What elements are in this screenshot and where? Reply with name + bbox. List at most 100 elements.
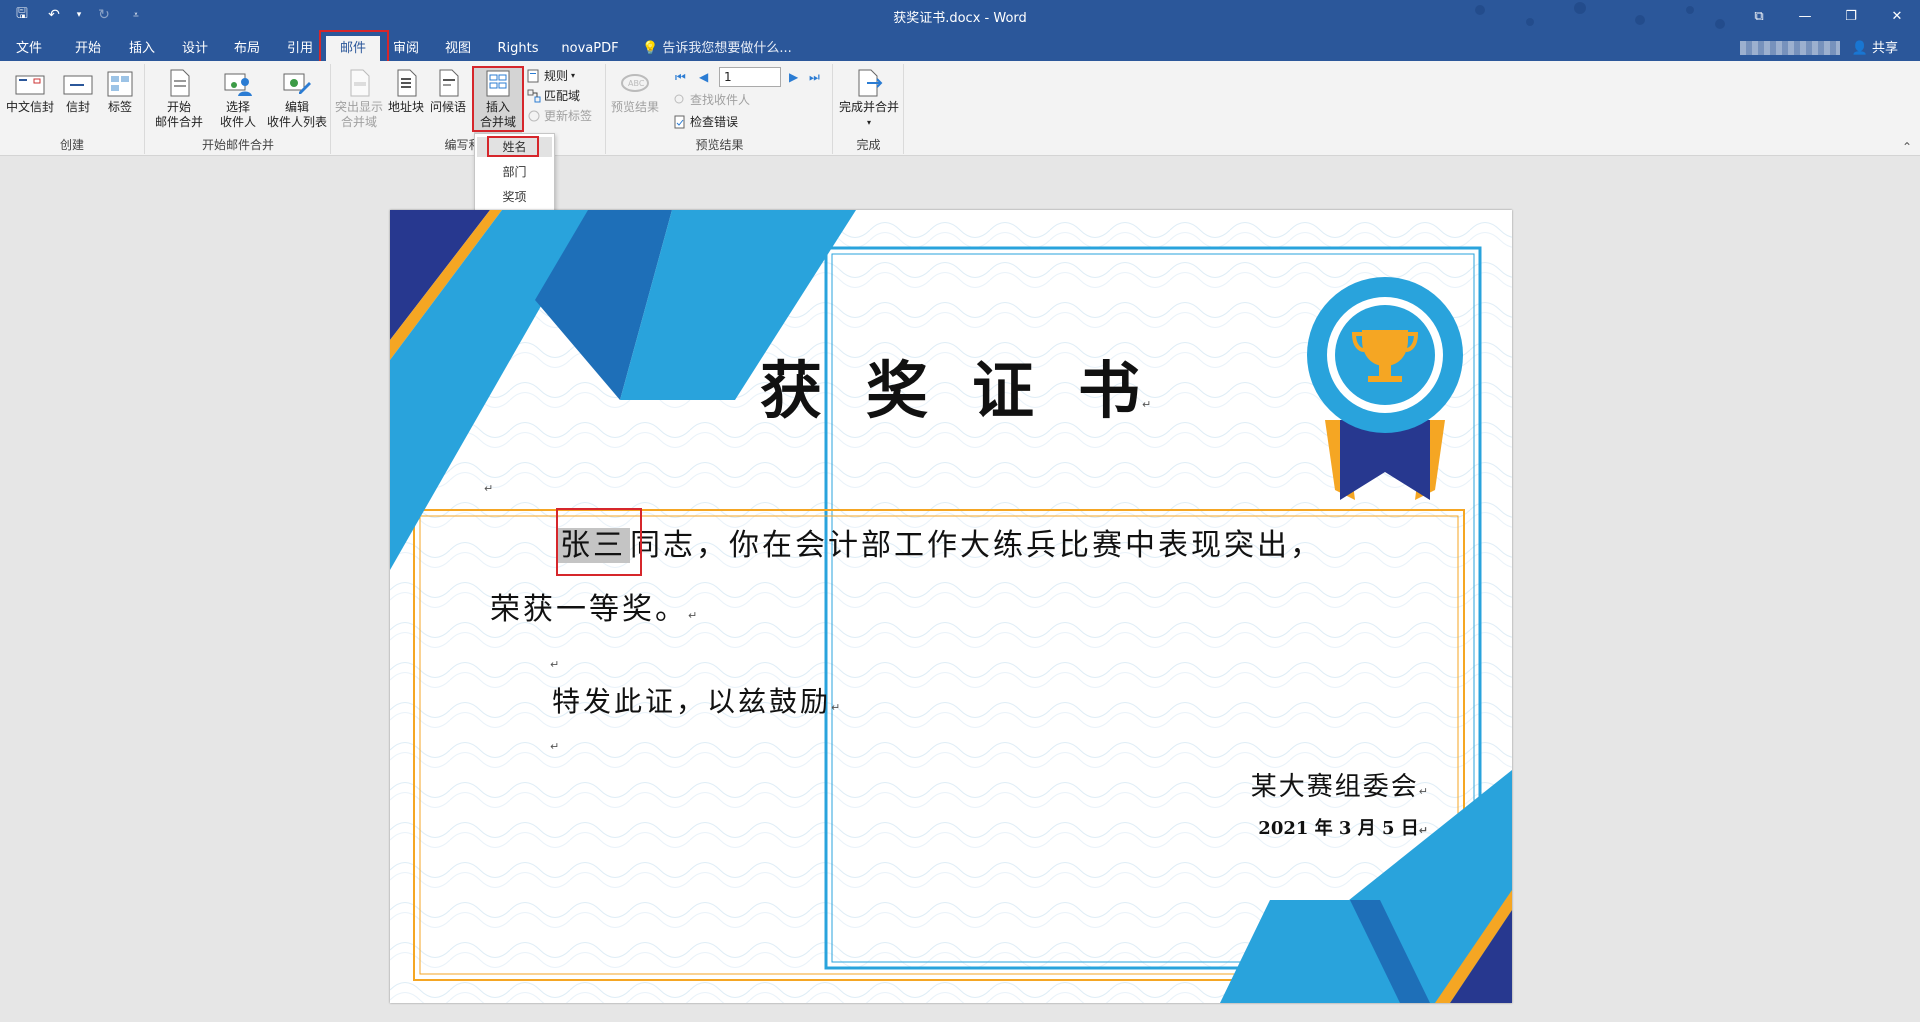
certificate-date[interactable]: 2021 年 3 月 5 日↵ bbox=[1258, 814, 1428, 840]
group-preview-results: ABC 预览结果 ⏮ ◀ 1 ▶ ⏭ 查找收件人 检查错误 预览结果 bbox=[607, 64, 833, 154]
finish-merge-label: 完成并合并 bbox=[838, 100, 899, 114]
maximize-button[interactable]: ❐ bbox=[1828, 0, 1874, 32]
check-errors-icon bbox=[673, 115, 687, 129]
record-number-input[interactable]: 1 bbox=[719, 67, 781, 87]
organizer-signature[interactable]: 某大赛组委会↵ bbox=[1251, 766, 1428, 803]
envelope-icon bbox=[14, 68, 46, 98]
find-recipient-button[interactable]: 查找收件人 bbox=[673, 90, 750, 110]
group-finish: 完成并合并 ▾ 完成 bbox=[834, 64, 904, 154]
address-block-button[interactable]: 地址块 bbox=[386, 68, 426, 115]
finish-merge-button[interactable]: 完成并合并 ▾ bbox=[836, 68, 902, 130]
rules-label: 规则 bbox=[544, 69, 569, 83]
start-merge-label-2: 邮件合并 bbox=[154, 115, 203, 129]
group-preview-label: 预览结果 bbox=[695, 138, 744, 152]
chinese-envelope-button[interactable]: 中文信封 bbox=[4, 68, 56, 115]
group-write-label: 编写和插 bbox=[444, 138, 493, 152]
share-button[interactable]: 👤 共享 bbox=[1852, 36, 1898, 61]
tab-design[interactable]: 设计 bbox=[177, 36, 213, 61]
highlight-box-name-item bbox=[487, 136, 539, 157]
edit-list-label-2: 收件人列表 bbox=[266, 115, 327, 129]
select-recipients-button[interactable]: 选择 收件人 bbox=[210, 68, 266, 130]
address-block-icon bbox=[390, 68, 422, 98]
group-start-label: 开始邮件合并 bbox=[201, 138, 274, 152]
collapse-ribbon-icon[interactable]: ⌃ bbox=[1902, 140, 1912, 154]
certificate-title[interactable]: 获奖证书 bbox=[760, 340, 1184, 430]
previous-record-icon[interactable]: ◀ bbox=[699, 70, 708, 84]
close-button[interactable]: ✕ bbox=[1874, 0, 1920, 32]
svg-text:ABC: ABC bbox=[628, 79, 645, 88]
user-account-name[interactable] bbox=[1740, 41, 1840, 55]
document-merge-icon bbox=[163, 68, 195, 98]
envelope-label: 信封 bbox=[65, 100, 90, 114]
start-mail-merge-button[interactable]: 开始 邮件合并 bbox=[150, 68, 208, 130]
group-create-label: 创建 bbox=[59, 138, 84, 152]
address-block-label: 地址块 bbox=[387, 100, 424, 114]
tab-insert[interactable]: 插入 bbox=[124, 36, 160, 61]
finish-merge-icon bbox=[853, 68, 885, 98]
ribbon-tabs: 文件 开始 插入 设计 布局 引用 邮件 审阅 视图 Rights novaPD… bbox=[0, 32, 1920, 61]
ribbon: 中文信封 信封 标签 创建 开始 邮件合并 选择 收件人 编辑 收件人列表 开始… bbox=[0, 61, 1920, 156]
paragraph-mark: ↵ bbox=[1142, 398, 1152, 411]
organizer-text: 某大赛组委会 bbox=[1250, 772, 1419, 802]
certificate-line-3[interactable]: 特发此证，以兹鼓励↵ bbox=[552, 680, 840, 720]
check-errors-label: 检查错误 bbox=[690, 115, 739, 129]
minimize-button[interactable]: — bbox=[1782, 0, 1828, 32]
envelope-button[interactable]: 信封 bbox=[60, 68, 96, 115]
envelope-cn-label: 中文信封 bbox=[5, 100, 54, 114]
certificate-line-2[interactable]: 荣获一等奖。↵ bbox=[490, 584, 697, 628]
next-record-icon[interactable]: ▶ bbox=[789, 70, 798, 84]
greeting-label: 问候语 bbox=[429, 100, 466, 114]
highlight-box-name-field bbox=[556, 508, 642, 576]
check-errors-button[interactable]: 检查错误 bbox=[673, 112, 738, 132]
labels-button[interactable]: 标签 bbox=[100, 68, 140, 115]
tab-review[interactable]: 审阅 bbox=[388, 36, 424, 61]
highlight-label-2: 合并域 bbox=[340, 115, 377, 129]
window-title: 获奖证书.docx - Word bbox=[893, 11, 1027, 26]
preview-abc-icon: ABC bbox=[619, 68, 651, 98]
tell-me-search[interactable]: 💡 告诉我您想要做什么... bbox=[642, 36, 792, 61]
greeting-line-icon bbox=[432, 68, 464, 98]
lightbulb-icon: 💡 bbox=[642, 41, 659, 56]
preview-results-button[interactable]: ABC 预览结果 bbox=[607, 68, 663, 115]
match-fields-button[interactable]: 匹配域 bbox=[527, 86, 580, 106]
dropdown-item-department[interactable]: 部门 bbox=[477, 162, 552, 182]
rules-dropdown-icon: ▾ bbox=[571, 71, 576, 80]
find-recipient-icon bbox=[673, 93, 687, 107]
edit-recipient-list-button[interactable]: 编辑 收件人列表 bbox=[264, 68, 330, 130]
find-recipient-label: 查找收件人 bbox=[690, 93, 751, 107]
paragraph-mark: ↵ bbox=[1418, 785, 1428, 798]
tab-file[interactable]: 文件 bbox=[12, 36, 46, 61]
update-labels-button[interactable]: 更新标签 bbox=[527, 106, 592, 126]
tab-layout[interactable]: 布局 bbox=[229, 36, 265, 61]
rules-button[interactable]: 规则 ▾ bbox=[527, 66, 575, 86]
person-icon: 👤 bbox=[1851, 41, 1868, 56]
select-recipients-label-1: 选择 bbox=[225, 100, 250, 114]
tab-novapdf[interactable]: novaPDF bbox=[560, 36, 620, 61]
tab-references[interactable]: 引用 bbox=[282, 36, 318, 61]
highlight-merge-fields-button[interactable]: 突出显示 合并域 bbox=[334, 68, 384, 130]
edit-list-icon bbox=[281, 68, 313, 98]
dropdown-item-award[interactable]: 奖项 bbox=[477, 187, 552, 207]
date-text: 2021 年 3 月 5 日 bbox=[1258, 818, 1419, 839]
certificate-line-1[interactable]: 张三 同志，你在会计部工作大练兵比赛中表现突出， bbox=[556, 520, 1323, 564]
rules-icon bbox=[527, 69, 541, 83]
group-create: 中文信封 信封 标签 创建 bbox=[0, 64, 145, 154]
tab-home[interactable]: 开始 bbox=[70, 36, 106, 61]
greeting-line-button[interactable]: 问候语 bbox=[428, 68, 468, 115]
labels-label: 标签 bbox=[107, 100, 132, 114]
tab-rights[interactable]: Rights bbox=[496, 36, 540, 61]
recipients-icon bbox=[222, 68, 254, 98]
highlight-label-1: 突出显示 bbox=[334, 100, 383, 114]
title-bar: 🖫 ↶ ▾ ↻ ⩡ 获奖证书.docx - Word ⧉ — ❐ ✕ bbox=[0, 0, 1920, 32]
paragraph-mark: ↵ bbox=[550, 658, 560, 671]
document-page[interactable]: 获奖证书 ↵ ↵ 张三 同志，你在会计部工作大练兵比赛中表现突出， 荣获一等奖。↵… bbox=[390, 210, 1512, 1003]
paragraph-mark: ↵ bbox=[831, 701, 841, 714]
update-labels-label: 更新标签 bbox=[544, 109, 593, 123]
first-record-icon[interactable]: ⏮ bbox=[675, 70, 686, 85]
paragraph-mark: ↵ bbox=[688, 609, 698, 622]
highlight-fields-icon bbox=[343, 68, 375, 98]
ribbon-display-options-icon[interactable]: ⧉ bbox=[1736, 0, 1782, 32]
edit-list-label-1: 编辑 bbox=[284, 100, 309, 114]
tab-view[interactable]: 视图 bbox=[440, 36, 476, 61]
last-record-icon[interactable]: ⏭ bbox=[809, 70, 820, 85]
